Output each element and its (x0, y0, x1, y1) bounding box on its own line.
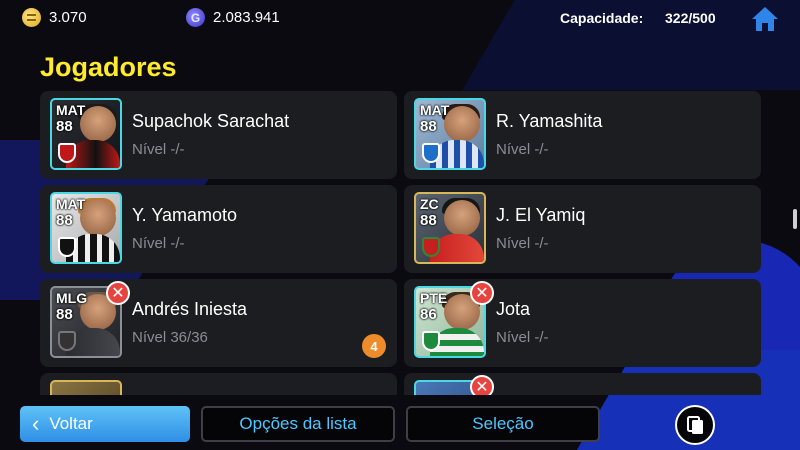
club-crest-icon (58, 143, 76, 163)
player-rating: 88 (56, 118, 73, 135)
player-card[interactable]: ✕ (404, 373, 761, 395)
player-card[interactable]: PTE 86 ✕ Jota Nível -/- (404, 279, 761, 367)
player-card[interactable]: MLG 88 ✕ Andrés Iniesta Nível 36/36 4 (40, 279, 397, 367)
player-level: Nível 36/36 (132, 329, 208, 346)
club-crest-icon (422, 143, 440, 163)
player-name: Y. Yamamoto (132, 205, 238, 225)
selection-label: Seleção (472, 414, 534, 433)
home-icon (752, 7, 778, 31)
list-options-button[interactable]: Opções da lista (201, 406, 395, 442)
player-name: Jota (496, 299, 531, 319)
home-button[interactable] (751, 6, 779, 32)
player-avatar: MAT 88 (50, 98, 122, 170)
player-card[interactable] (40, 373, 397, 395)
coins-display: 3.070 (22, 8, 87, 27)
player-card[interactable]: ZC 88 J. El Yamiq Nível -/- (404, 185, 761, 273)
top-bar: 3.070 G 2.083.941 Capacidade: 322/500 (0, 0, 800, 40)
player-level: Nível -/- (496, 141, 549, 158)
coins-amount: 3.070 (49, 9, 87, 26)
scrollbar[interactable] (793, 209, 797, 229)
club-crest-icon (422, 331, 440, 351)
chevron-left-icon: ‹ (32, 411, 40, 436)
player-level: Nível -/- (132, 235, 185, 252)
player-rating: 86 (420, 306, 437, 323)
section-title: Jogadores (40, 52, 177, 82)
club-crest-icon (58, 331, 76, 351)
player-level: Nível -/- (496, 235, 549, 252)
player-position: MAT (420, 102, 450, 118)
back-label: Voltar (49, 414, 93, 433)
player-name: R. Yamashita (496, 111, 603, 131)
player-rating: 88 (420, 118, 437, 135)
player-level: Nível -/- (496, 329, 549, 346)
player-position: MAT (56, 102, 86, 118)
player-name: J. El Yamiq (496, 205, 586, 225)
player-avatar: ZC 88 (414, 192, 486, 264)
selection-button[interactable]: Seleção (406, 406, 600, 442)
remove-icon[interactable]: ✕ (106, 281, 130, 305)
capacity-label: Capacidade: (560, 10, 644, 26)
player-level: Nível -/- (132, 141, 185, 158)
back-button[interactable]: ‹ Voltar (20, 406, 190, 442)
remove-icon[interactable]: ✕ (470, 281, 494, 305)
player-avatar: MAT 88 (414, 98, 486, 170)
player-name: Andrés Iniesta (132, 299, 248, 319)
flag-icon (422, 237, 440, 257)
list-options-label: Opções da lista (239, 414, 357, 433)
player-avatar: MAT 88 (50, 192, 122, 264)
player-position: MAT (56, 196, 86, 212)
player-card[interactable]: MAT 88 R. Yamashita Nível -/- (404, 91, 761, 179)
player-position: PTE (420, 290, 448, 306)
coin-icon (22, 8, 41, 27)
player-avatar (50, 380, 122, 395)
club-crest-icon (58, 237, 76, 257)
card-stack-icon (687, 416, 703, 434)
player-name: Supachok Sarachat (132, 111, 290, 131)
remove-icon[interactable]: ✕ (470, 375, 494, 395)
player-position: MLG (56, 290, 88, 306)
player-card[interactable]: MAT 88 Y. Yamamoto Nível -/- (40, 185, 397, 273)
player-rating: 88 (56, 212, 73, 229)
player-rating: 88 (420, 212, 437, 229)
player-card[interactable]: MAT 88 Supachok Sarachat Nível -/- (40, 91, 397, 179)
gp-display: G 2.083.941 (186, 8, 280, 27)
player-rating: 88 (56, 306, 73, 323)
gp-amount: 2.083.941 (213, 9, 280, 26)
capacity-value: 322/500 (665, 10, 716, 26)
player-position: ZC (420, 196, 439, 212)
gp-icon: G (186, 8, 205, 27)
card-stack-button[interactable] (675, 405, 715, 445)
player-list[interactable]: MAT 88 Supachok Sarachat Nível -/- MAT 8… (40, 91, 762, 395)
count-badge: 4 (362, 334, 386, 358)
